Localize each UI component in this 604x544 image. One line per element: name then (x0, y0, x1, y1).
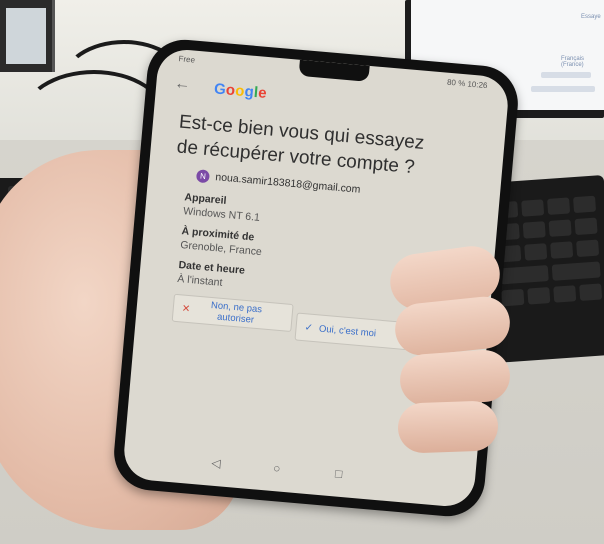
key (524, 243, 548, 261)
android-nav-bar: ◁ ○ □ (123, 448, 475, 499)
deny-button-label: Non, ne pas autoriser (210, 299, 263, 326)
deny-button[interactable]: ✕ Non, ne pas autoriser (171, 293, 294, 333)
key (501, 288, 525, 307)
key (522, 221, 546, 239)
close-icon: ✕ (181, 302, 191, 315)
left-monitor (0, 0, 55, 72)
monitor-text-2: Français (France) (561, 56, 585, 68)
nav-back-icon[interactable]: ◁ (211, 456, 221, 471)
key (576, 239, 600, 258)
key (499, 265, 549, 285)
key (548, 219, 572, 237)
logo-letter: e (257, 84, 268, 102)
key (574, 217, 598, 236)
key (573, 195, 597, 214)
monitor-bar (541, 72, 591, 78)
account-email: noua.samir183818@gmail.com (214, 171, 361, 196)
key (550, 241, 574, 259)
avatar: N (195, 169, 210, 184)
google-logo: Google (213, 80, 267, 102)
check-icon: ✓ (304, 321, 314, 334)
key (553, 285, 577, 303)
detail-device: Appareil Windows NT 6.1 (183, 190, 262, 225)
detail-datetime: Date et heure À l'instant (177, 258, 246, 292)
key (579, 283, 603, 301)
nav-recent-icon[interactable]: □ (334, 466, 342, 481)
key (551, 261, 601, 281)
key (527, 287, 551, 305)
allow-button-label: Oui, c'est moi (318, 322, 377, 339)
left-monitor-screen (6, 8, 46, 64)
detail-location: À proximité de Grenoble, France (180, 224, 264, 259)
status-bar-carrier: Free (178, 54, 196, 65)
key (521, 199, 545, 217)
key (547, 197, 571, 215)
monitor-text: Essaye (581, 14, 601, 20)
monitor-bar (531, 86, 595, 92)
status-bar-battery-time: 80 % 10:26 (446, 77, 488, 91)
finger (397, 400, 499, 454)
photo-scene: Essaye Français (France) Free 80 % 10:26… (0, 0, 604, 544)
back-arrow-icon[interactable]: ← (174, 75, 191, 94)
finger (398, 348, 512, 408)
nav-home-icon[interactable]: ○ (273, 461, 281, 476)
